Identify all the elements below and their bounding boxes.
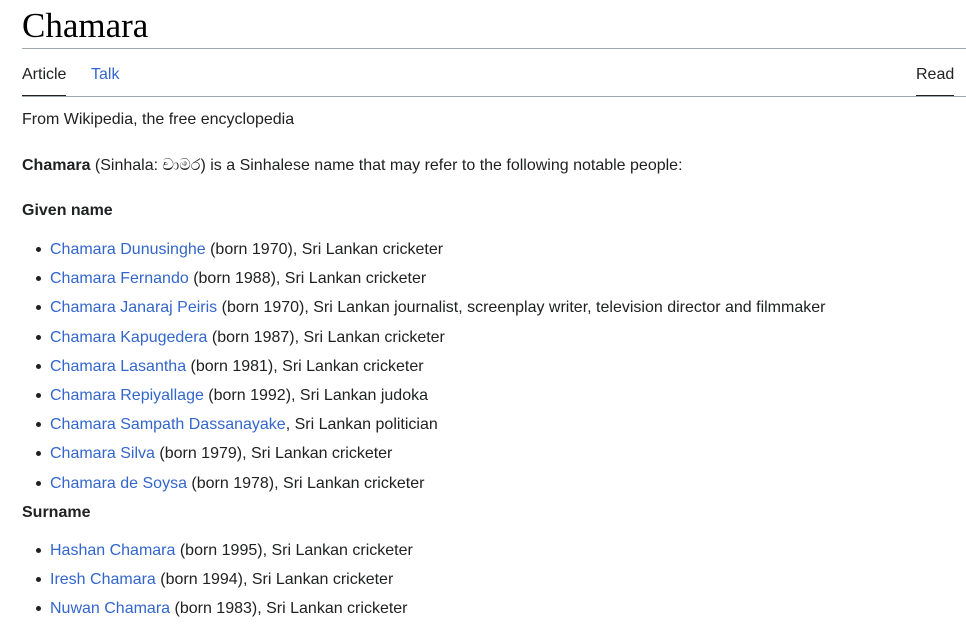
person-link[interactable]: Chamara de Soysa [50, 475, 187, 492]
person-link[interactable]: Chamara Dunusinghe [50, 241, 206, 258]
person-link[interactable]: Chamara Sampath Dassanayake [50, 416, 286, 433]
person-description: (born 1992), Sri Lankan judoka [203, 387, 428, 405]
bullet-icon [36, 606, 41, 612]
person-description: , Sri Lankan politician [285, 416, 438, 434]
tab-article[interactable]: Article [22, 56, 67, 97]
surname-list: Hashan Chamara (born 1995), Sri Lankan c… [22, 536, 413, 624]
person-description: (born 1970), Sri Lankan journalist, scre… [217, 299, 826, 317]
article-page: Chamara Article Talk Read From Wikipedia… [0, 0, 966, 643]
person-description: (born 1994), Sri Lankan cricketer [155, 571, 394, 589]
list-item: Chamara Sampath Dassanayake, Sri Lankan … [22, 410, 825, 439]
bullet-icon [36, 451, 41, 457]
list-item: Nuwan Chamara (born 1983), Sri Lankan cr… [22, 594, 413, 623]
bullet-icon [36, 393, 41, 399]
title-divider [22, 48, 966, 49]
intro-text: (Sinhala: චාමර) is a Sinhalese name that… [90, 157, 683, 174]
given-name-heading: Given name [22, 202, 113, 219]
person-link[interactable]: Chamara Silva [50, 445, 155, 462]
given-name-list: Chamara Dunusinghe (born 1970), Sri Lank… [22, 235, 825, 498]
bullet-icon [36, 363, 41, 369]
person-description: (born 1988), Sri Lankan cricketer [188, 270, 427, 288]
bullet-icon [36, 276, 41, 282]
intro-bold-term: Chamara [22, 157, 91, 174]
person-link[interactable]: Iresh Chamara [50, 571, 156, 588]
bullet-icon [36, 247, 41, 252]
bullet-icon [36, 577, 41, 583]
person-link[interactable]: Chamara Janaraj Peiris [50, 299, 217, 316]
list-item: Chamara de Soysa (born 1978), Sri Lankan… [22, 469, 825, 498]
person-description: (born 1970), Sri Lankan cricketer [205, 241, 444, 258]
bullet-icon [36, 480, 41, 486]
list-item: Chamara Silva (born 1979), Sri Lankan cr… [22, 439, 825, 468]
person-description: (born 1983), Sri Lankan cricketer [170, 600, 408, 618]
bullet-icon [36, 422, 41, 428]
site-tagline: From Wikipedia, the free encyclopedia [22, 111, 295, 128]
person-description: (born 1979), Sri Lankan cricketer [154, 445, 393, 463]
list-item: Chamara Repiyallage (born 1992), Sri Lan… [22, 381, 825, 410]
person-link[interactable]: Hashan Chamara [50, 542, 175, 559]
intro-paragraph: Chamara (Sinhala: චාමර) is a Sinhalese n… [22, 154, 683, 178]
page-title: Chamara [22, 6, 149, 45]
list-item: Chamara Janaraj Peiris (born 1970), Sri … [22, 293, 825, 322]
list-item: Chamara Kapugedera (born 1987), Sri Lank… [22, 323, 825, 352]
list-item: Hashan Chamara (born 1995), Sri Lankan c… [22, 536, 413, 565]
bullet-icon [36, 548, 41, 553]
person-description: (born 1981), Sri Lankan cricketer [186, 357, 424, 375]
tab-talk[interactable]: Talk [91, 56, 119, 96]
person-description: (born 1995), Sri Lankan cricketer [175, 542, 413, 559]
person-description: (born 1978), Sri Lankan cricketer [186, 474, 425, 492]
bullet-icon [36, 305, 41, 311]
person-link[interactable]: Chamara Lasantha [50, 358, 186, 375]
list-item: Iresh Chamara (born 1994), Sri Lankan cr… [22, 565, 413, 594]
list-item: Chamara Dunusinghe (born 1970), Sri Lank… [22, 235, 825, 264]
bullet-icon [36, 334, 41, 340]
person-description: (born 1987), Sri Lankan cricketer [207, 328, 445, 346]
surname-heading: Surname [22, 504, 91, 521]
list-item: Chamara Lasantha (born 1981), Sri Lankan… [22, 352, 825, 381]
person-link[interactable]: Chamara Repiyallage [50, 387, 204, 404]
person-link[interactable]: Chamara Fernando [50, 270, 189, 287]
tabs-divider [22, 96, 966, 97]
person-link[interactable]: Nuwan Chamara [50, 600, 170, 617]
tab-read[interactable]: Read [916, 56, 955, 97]
person-link[interactable]: Chamara Kapugedera [50, 329, 207, 346]
page-tabs: Article Talk Read [22, 56, 966, 97]
list-item: Chamara Fernando (born 1988), Sri Lankan… [22, 264, 825, 293]
